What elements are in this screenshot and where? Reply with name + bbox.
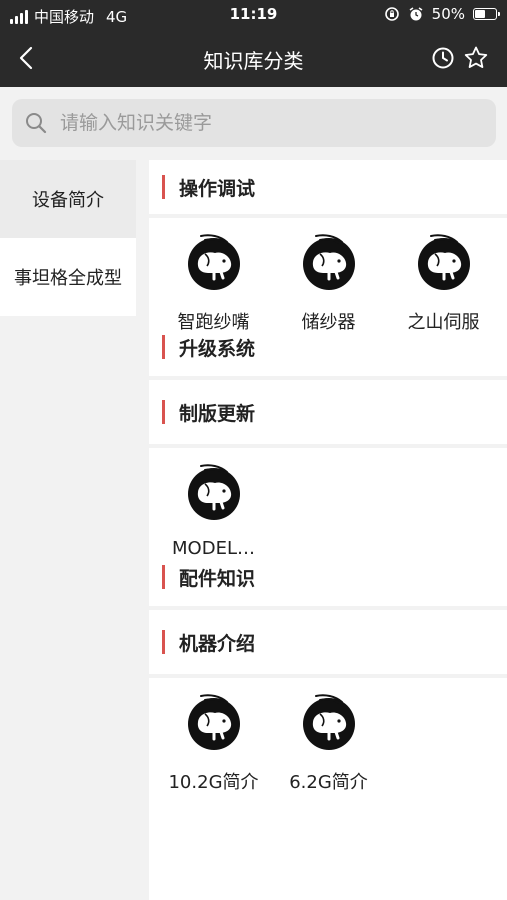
sidebar-item-full-forming[interactable]: 事坦格全成型 — [0, 238, 136, 316]
battery-icon — [473, 8, 500, 20]
grid-item[interactable]: 智跑纱嘴 — [156, 218, 271, 342]
search-box[interactable] — [12, 99, 496, 147]
battery-percent: 50% — [431, 5, 465, 23]
section-title: 操作调试 — [179, 177, 256, 200]
content-panel: 操作调试 智跑纱嘴 储纱器 之山伺服 升级系统 制版更新 MODEL… 配件知识… — [149, 160, 507, 900]
section-accent-bar — [162, 335, 165, 359]
grid-item[interactable]: 之山伺服 — [386, 218, 501, 342]
brand-logo-icon — [414, 232, 474, 292]
grid-item[interactable]: 储纱器 — [271, 218, 386, 342]
brand-logo-icon — [299, 232, 359, 292]
grid-item-label: 6.2G简介 — [289, 772, 368, 793]
history-clock-icon[interactable] — [431, 46, 455, 70]
section-header-machine-intro: 机器介绍 — [149, 610, 507, 678]
item-grid: 智跑纱嘴 储纱器 之山伺服 — [149, 218, 507, 342]
section-accent-bar — [162, 400, 165, 424]
brand-logo-icon — [184, 692, 244, 752]
section-title: 制版更新 — [179, 402, 256, 425]
rotation-lock-icon — [384, 7, 399, 21]
alarm-icon — [409, 7, 423, 21]
section-header-plate-update: 制版更新 — [149, 380, 507, 448]
sidebar-item-device-intro[interactable]: 设备简介 — [0, 160, 136, 238]
grid-item[interactable]: MODEL… — [156, 448, 271, 572]
grid-item-label: 智跑纱嘴 — [177, 312, 250, 333]
status-right: 50% — [384, 5, 500, 23]
section-accent-bar — [162, 175, 165, 199]
grid-item-label: 10.2G简介 — [168, 772, 259, 793]
grid-item-label: 之山伺服 — [407, 312, 480, 333]
brand-logo-icon — [184, 462, 244, 522]
grid-item[interactable]: 6.2G简介 — [271, 678, 386, 802]
section-header-operation-debug: 操作调试 — [149, 160, 507, 218]
battery-fill — [475, 10, 485, 18]
section-accent-bar — [162, 630, 165, 654]
item-grid: 10.2G简介 6.2G简介 — [149, 678, 507, 802]
search-icon — [26, 113, 47, 134]
search-area — [0, 87, 507, 160]
nav-bar: 知识库分类 — [0, 30, 507, 87]
section-title: 机器介绍 — [179, 632, 256, 655]
brand-logo-icon — [299, 692, 359, 752]
grid-item-label: MODEL… — [172, 538, 255, 559]
section-title: 升级系统 — [179, 337, 256, 360]
category-sidebar: 设备简介 事坦格全成型 — [0, 160, 136, 316]
favorite-star-icon[interactable] — [463, 45, 489, 71]
section-title: 配件知识 — [179, 567, 256, 590]
search-input[interactable] — [58, 111, 462, 135]
grid-item-label: 储纱器 — [301, 312, 356, 333]
grid-item[interactable]: 10.2G简介 — [156, 678, 271, 802]
sidebar-item-label: 设备简介 — [32, 190, 104, 211]
status-bar: 中国移动 4G 11:19 50% — [0, 0, 507, 30]
brand-logo-icon — [184, 232, 244, 292]
sidebar-item-label: 事坦格全成型 — [14, 268, 122, 289]
section-accent-bar — [162, 565, 165, 589]
